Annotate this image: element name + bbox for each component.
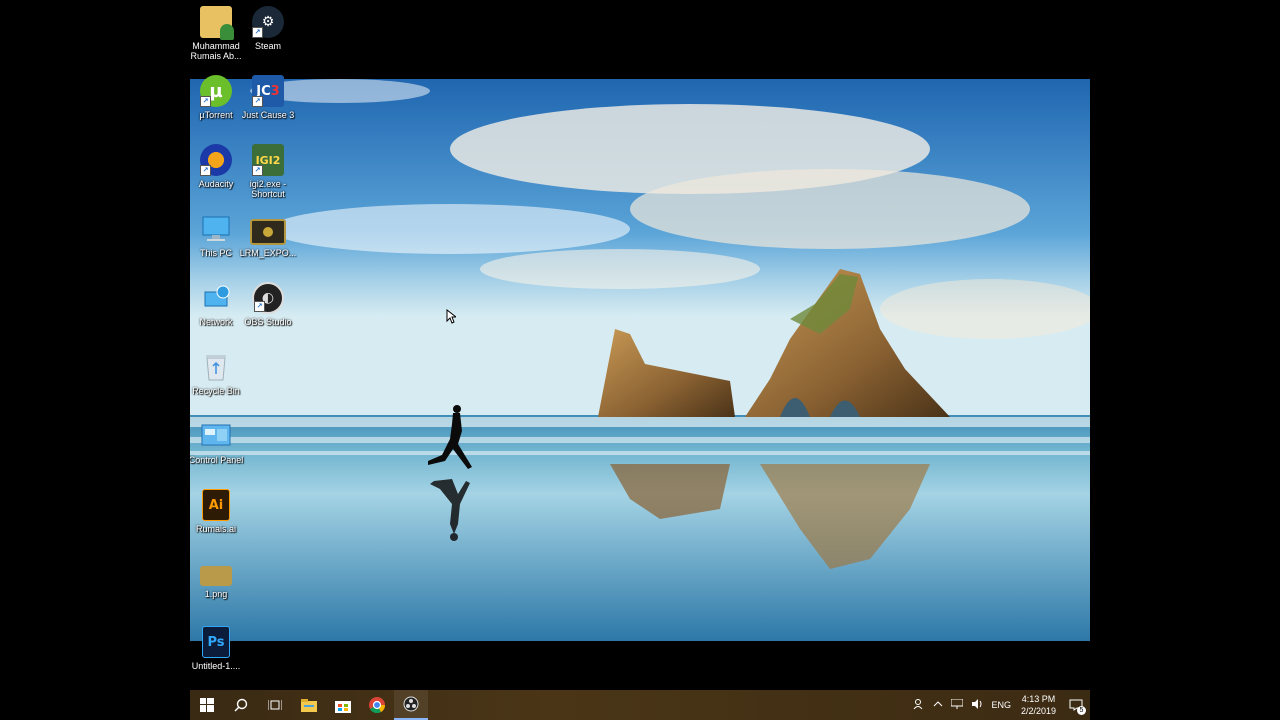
desktop-icon-recycle-bin[interactable]: Recycle Bin bbox=[190, 351, 243, 396]
obs-icon: ◐ ↗ bbox=[252, 282, 284, 314]
mouse-cursor bbox=[446, 309, 456, 324]
desktop-icon-control-panel[interactable]: Control Panel bbox=[190, 420, 243, 465]
task-view-button[interactable] bbox=[258, 690, 292, 720]
network-tray-icon[interactable] bbox=[947, 698, 967, 711]
user-folder-icon bbox=[200, 6, 234, 40]
taskbar-obs[interactable] bbox=[394, 690, 428, 720]
computer-icon bbox=[200, 213, 232, 245]
obs-taskbar-icon bbox=[403, 696, 419, 712]
audacity-icon: ↗ bbox=[200, 144, 232, 176]
desktop-icon-obs[interactable]: ◐ ↗ OBS Studio bbox=[241, 282, 295, 327]
desktop-icon-psd[interactable]: Ps Untitled-1.... bbox=[190, 626, 243, 671]
store-icon bbox=[335, 700, 351, 713]
steam-icon: ⚙ ↗ bbox=[252, 6, 284, 38]
clock-date: 2/2/2019 bbox=[1020, 706, 1056, 716]
desktop-wallpaper bbox=[190, 79, 1090, 641]
taskbar-chrome[interactable] bbox=[360, 690, 394, 720]
desktop-icon-lrm-expo[interactable]: LRM_EXPO... bbox=[240, 213, 296, 258]
search-icon bbox=[234, 698, 248, 712]
desktop-icon-audacity[interactable]: ↗ Audacity bbox=[190, 144, 243, 189]
people-icon[interactable] bbox=[909, 698, 929, 712]
photoshop-file-icon: Ps bbox=[202, 626, 230, 658]
desktop-icon-rumais-ai[interactable]: Ai Rumais.ai bbox=[190, 489, 243, 534]
desktop-screen: Muhammad Rumais Ab... ⚙ ↗ Steam µ ↗ µTorre… bbox=[190, 0, 1090, 720]
clock[interactable]: 4:13 PM 2/2/2019 bbox=[1015, 693, 1062, 717]
desktop-icon-utorrent[interactable]: µ ↗ µTorrent bbox=[190, 75, 243, 120]
volume-icon[interactable] bbox=[967, 699, 987, 711]
desktop-icon-user-folder[interactable]: Muhammad Rumais Ab... bbox=[190, 6, 243, 61]
desktop-icon-png[interactable]: 1.png bbox=[190, 558, 243, 599]
chevron-up-icon[interactable] bbox=[929, 700, 947, 710]
taskbar-store[interactable] bbox=[326, 690, 360, 720]
igi2-icon: IGI2 ↗ bbox=[252, 144, 284, 176]
network-icon bbox=[200, 282, 232, 314]
search-button[interactable] bbox=[224, 690, 258, 720]
system-tray: ENG 4:13 PM 2/2/2019 5 bbox=[909, 690, 1090, 720]
action-center-button[interactable]: 5 bbox=[1062, 690, 1090, 720]
desktop-icon-steam[interactable]: ⚙ ↗ Steam bbox=[241, 6, 295, 51]
chrome-icon bbox=[369, 697, 385, 713]
image-file-icon bbox=[200, 566, 232, 586]
beach-scene bbox=[190, 79, 1090, 641]
clock-time: 4:13 PM bbox=[1021, 694, 1056, 704]
desktop-icon-network[interactable]: Network bbox=[190, 282, 243, 327]
just-cause-3-icon: JC 3 ↗ bbox=[252, 75, 284, 107]
start-button[interactable] bbox=[190, 690, 224, 720]
notification-count: 5 bbox=[1077, 706, 1086, 715]
control-panel-icon bbox=[200, 420, 232, 452]
taskbar-file-explorer[interactable] bbox=[292, 690, 326, 720]
task-view-icon bbox=[268, 700, 282, 710]
illustrator-file-icon: Ai bbox=[202, 489, 230, 521]
desktop-icon-this-pc[interactable]: This PC bbox=[190, 213, 243, 258]
utorrent-icon: µ ↗ bbox=[200, 75, 232, 107]
file-explorer-icon bbox=[301, 698, 317, 712]
recycle-bin-icon bbox=[200, 351, 232, 383]
desktop-icon-igi2[interactable]: IGI2 ↗ igi2.exe - Shortcut bbox=[241, 144, 295, 199]
windows-start-icon bbox=[200, 698, 214, 712]
desktop-icon-just-cause-3[interactable]: JC 3 ↗ Just Cause 3 bbox=[241, 75, 295, 120]
taskbar: ENG 4:13 PM 2/2/2019 5 bbox=[190, 690, 1090, 720]
video-file-icon bbox=[250, 219, 286, 245]
language-indicator[interactable]: ENG bbox=[987, 700, 1015, 710]
